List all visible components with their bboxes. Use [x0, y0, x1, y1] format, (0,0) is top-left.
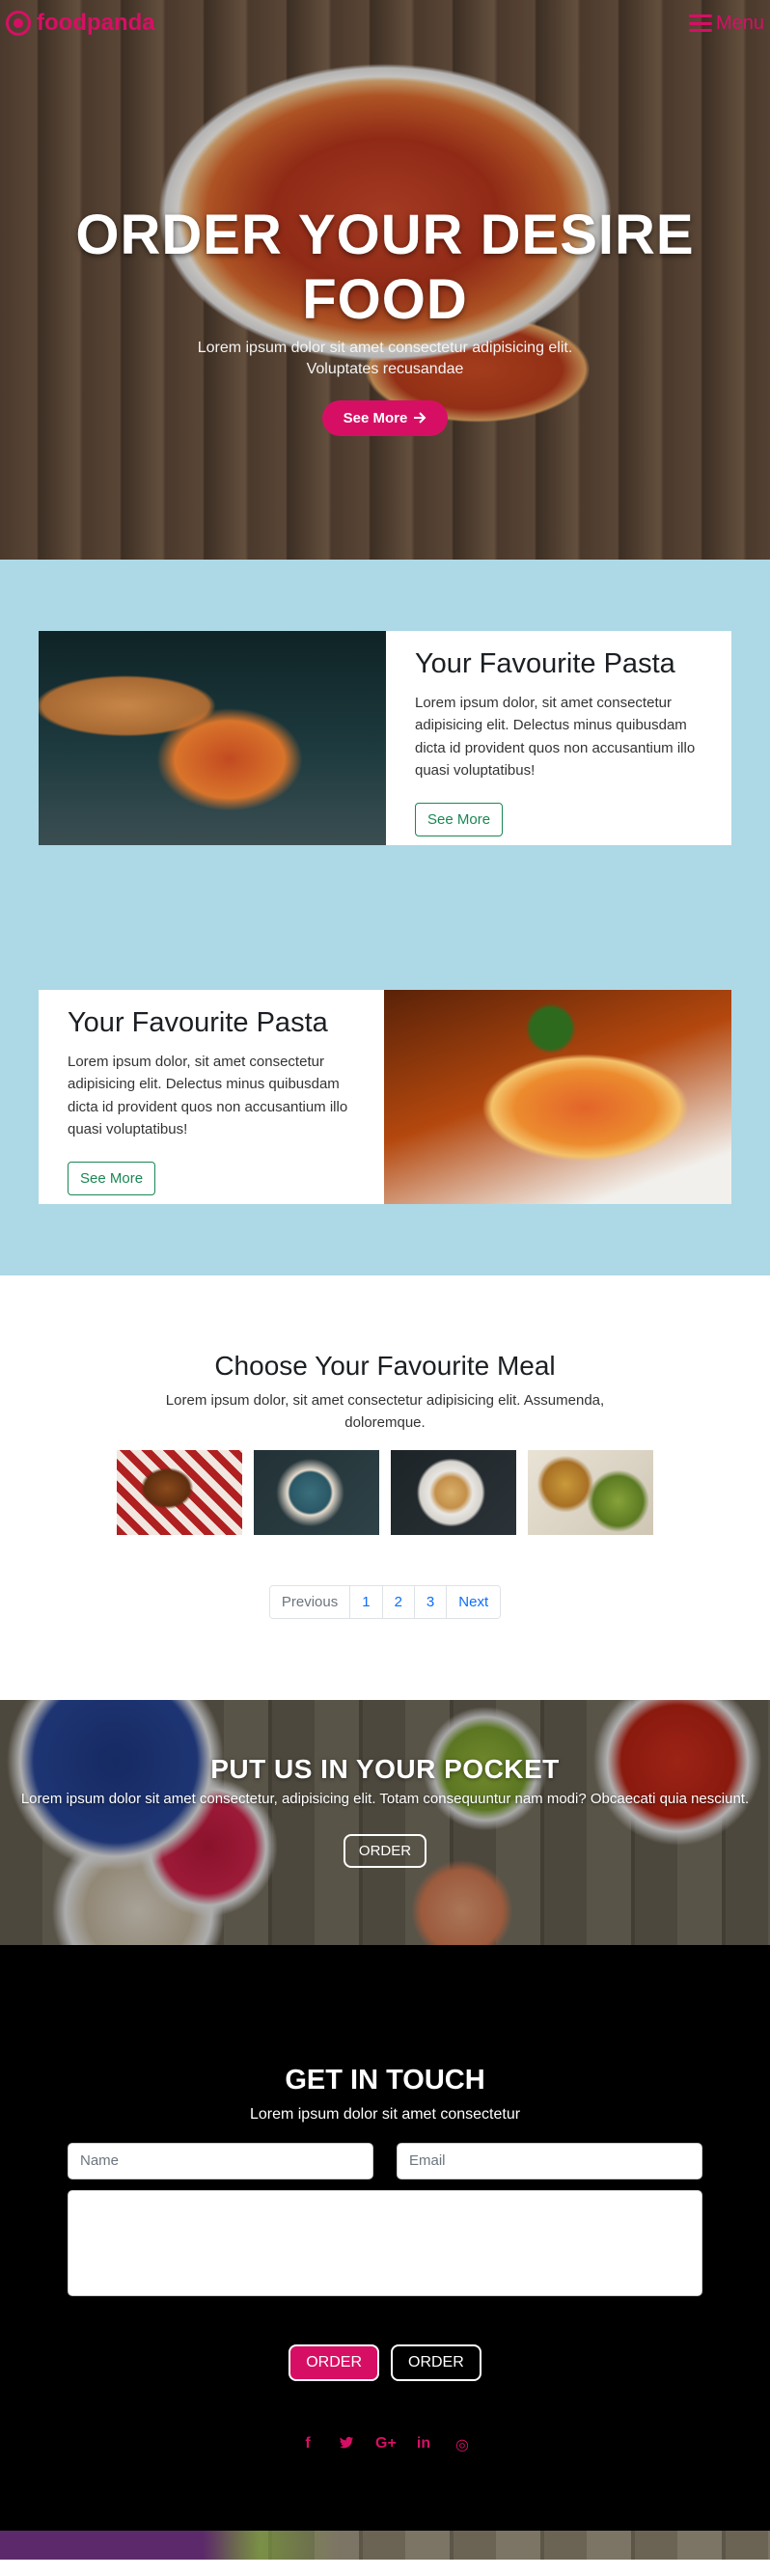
pocket-order-button[interactable]: ORDER — [343, 1834, 427, 1869]
pagination-page-2[interactable]: 2 — [382, 1585, 415, 1618]
name-field[interactable]: Name — [68, 2142, 373, 2179]
contact-subtitle: Lorem ipsum dolor sit amet consectetur — [249, 2105, 521, 2123]
pocket-text: Lorem ipsum dolor sit amet consectetur, … — [20, 1790, 750, 1807]
email-field[interactable]: Email — [397, 2142, 702, 2179]
menu-label: Menu — [715, 12, 764, 34]
card-body: Your Favourite Pasta Lorem ipsum dolor, … — [39, 990, 384, 1204]
card-text: Lorem ipsum dolor, sit amet consectetur … — [68, 1054, 348, 1137]
footer-image-strip — [0, 2530, 770, 2560]
pagination: Previous 1 2 3 Next — [268, 1584, 502, 1619]
pocket-title: PUT US IN YOUR POCKET — [210, 1753, 560, 1784]
contact-order-button[interactable]: ORDER — [289, 2343, 379, 2381]
google-plus-icon[interactable]: G+ — [375, 2435, 397, 2455]
contact-secondary-order-button[interactable]: ORDER — [391, 2343, 481, 2381]
menu-button[interactable]: Menu — [688, 12, 764, 35]
tartlets-thumbnail[interactable] — [528, 1449, 653, 1535]
social-links: f G+ in ◎ — [68, 2435, 702, 2455]
pagination-previous[interactable]: Previous — [269, 1585, 351, 1618]
facebook-icon[interactable]: f — [298, 2435, 317, 2455]
hero-title: ORDER YOUR DESIRE FOOD — [75, 204, 695, 331]
contact-title: GET IN TOUCH — [285, 2064, 485, 2096]
meal-section: Choose Your Favourite Meal Lorem ipsum d… — [0, 1275, 770, 1700]
pasta-card: Your Favourite Pasta Lorem ipsum dolor, … — [39, 990, 731, 1204]
meal-subtitle: Lorem ipsum dolor, sit amet consectetur … — [165, 1392, 605, 1432]
pocket-banner: PUT US IN YOUR POCKET Lorem ipsum dolor … — [0, 1699, 770, 1945]
pagination-page-1[interactable]: 1 — [350, 1585, 383, 1618]
dish-thumbnail[interactable] — [391, 1449, 516, 1535]
coffee-thumbnail[interactable] — [254, 1449, 379, 1535]
see-more-label: See More — [343, 409, 408, 426]
pasta-card: Your Favourite Pasta Lorem ipsum dolor, … — [39, 631, 731, 845]
pagination-next[interactable]: Next — [447, 1585, 501, 1618]
card-see-more-button[interactable]: See More — [68, 1162, 156, 1195]
card-see-more-button[interactable]: See More — [415, 803, 504, 836]
card-title: Your Favourite Pasta — [68, 1007, 328, 1038]
contact-buttons: ORDER ORDER — [68, 2343, 702, 2381]
hero-subtitle: Lorem ipsum dolor sit amet consectetur a… — [197, 340, 573, 378]
burger-thumbnail[interactable] — [117, 1449, 242, 1535]
brand-name: foodpanda — [37, 10, 155, 36]
see-more-button[interactable]: See More — [321, 399, 449, 436]
pagination-page-3[interactable]: 3 — [414, 1585, 448, 1618]
meal-thumbnails — [39, 1449, 731, 1535]
contact-section: GET IN TOUCH Lorem ipsum dolor sit amet … — [0, 1944, 770, 2531]
navbar: foodpanda Menu — [0, 0, 770, 46]
contact-form-row: Name Email — [68, 2142, 702, 2179]
dribbble-icon[interactable]: ◎ — [453, 2435, 472, 2455]
pasta-section: Your Favourite Pasta Lorem ipsum dolor, … — [0, 560, 770, 1275]
panda-icon — [6, 11, 31, 36]
penne-image — [384, 990, 731, 1204]
arrow-right-icon — [414, 412, 426, 424]
hero-section: foodpanda Menu ORDER YOUR DESIRE FOOD Lo… — [0, 0, 770, 560]
card-body: Your Favourite Pasta Lorem ipsum dolor, … — [386, 631, 731, 845]
hero-content: ORDER YOUR DESIRE FOOD Lorem ipsum dolor… — [0, 203, 770, 436]
meal-title: Choose Your Favourite Meal — [214, 1351, 556, 1381]
hamburger-icon — [688, 14, 712, 32]
linkedin-icon[interactable]: in — [414, 2435, 433, 2455]
message-textarea[interactable] — [68, 2189, 702, 2296]
spaghetti-image — [39, 631, 386, 845]
twitter-icon[interactable] — [337, 2435, 356, 2455]
card-text: Lorem ipsum dolor, sit amet consectetur … — [415, 695, 696, 779]
brand-logo[interactable]: foodpanda — [6, 10, 155, 37]
card-title: Your Favourite Pasta — [415, 648, 675, 679]
